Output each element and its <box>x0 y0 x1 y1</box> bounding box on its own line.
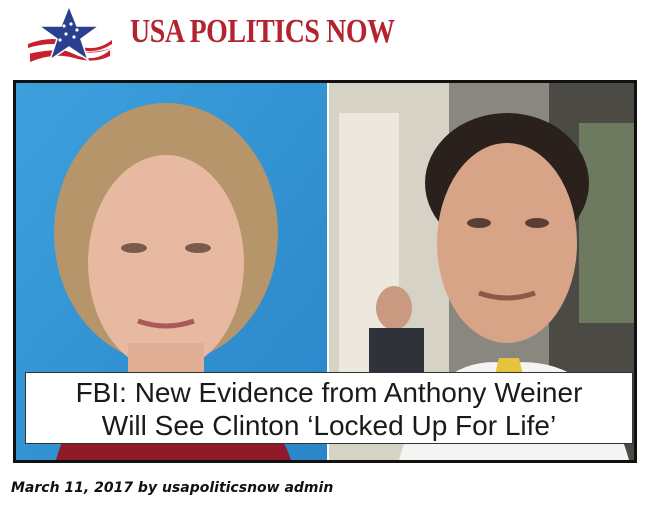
brand-highlight: NOW <box>326 13 395 50</box>
article-byline: March 11, 2017 by usapoliticsnow admin <box>11 480 334 496</box>
site-header: USA POLITICS NOW <box>0 0 651 72</box>
headline-line-1: FBI: New Evidence from Anthony Weiner <box>75 377 583 408</box>
headline-line-2: Will See Clinton ‘Locked Up For Life’ <box>101 410 557 441</box>
headline-caption[interactable]: FBI: New Evidence from Anthony Weiner Wi… <box>25 372 633 444</box>
site-brand[interactable]: USA POLITICS NOW <box>130 10 395 54</box>
brand-name: USA POLITICS <box>130 13 320 50</box>
star-flag-icon[interactable] <box>24 3 114 68</box>
